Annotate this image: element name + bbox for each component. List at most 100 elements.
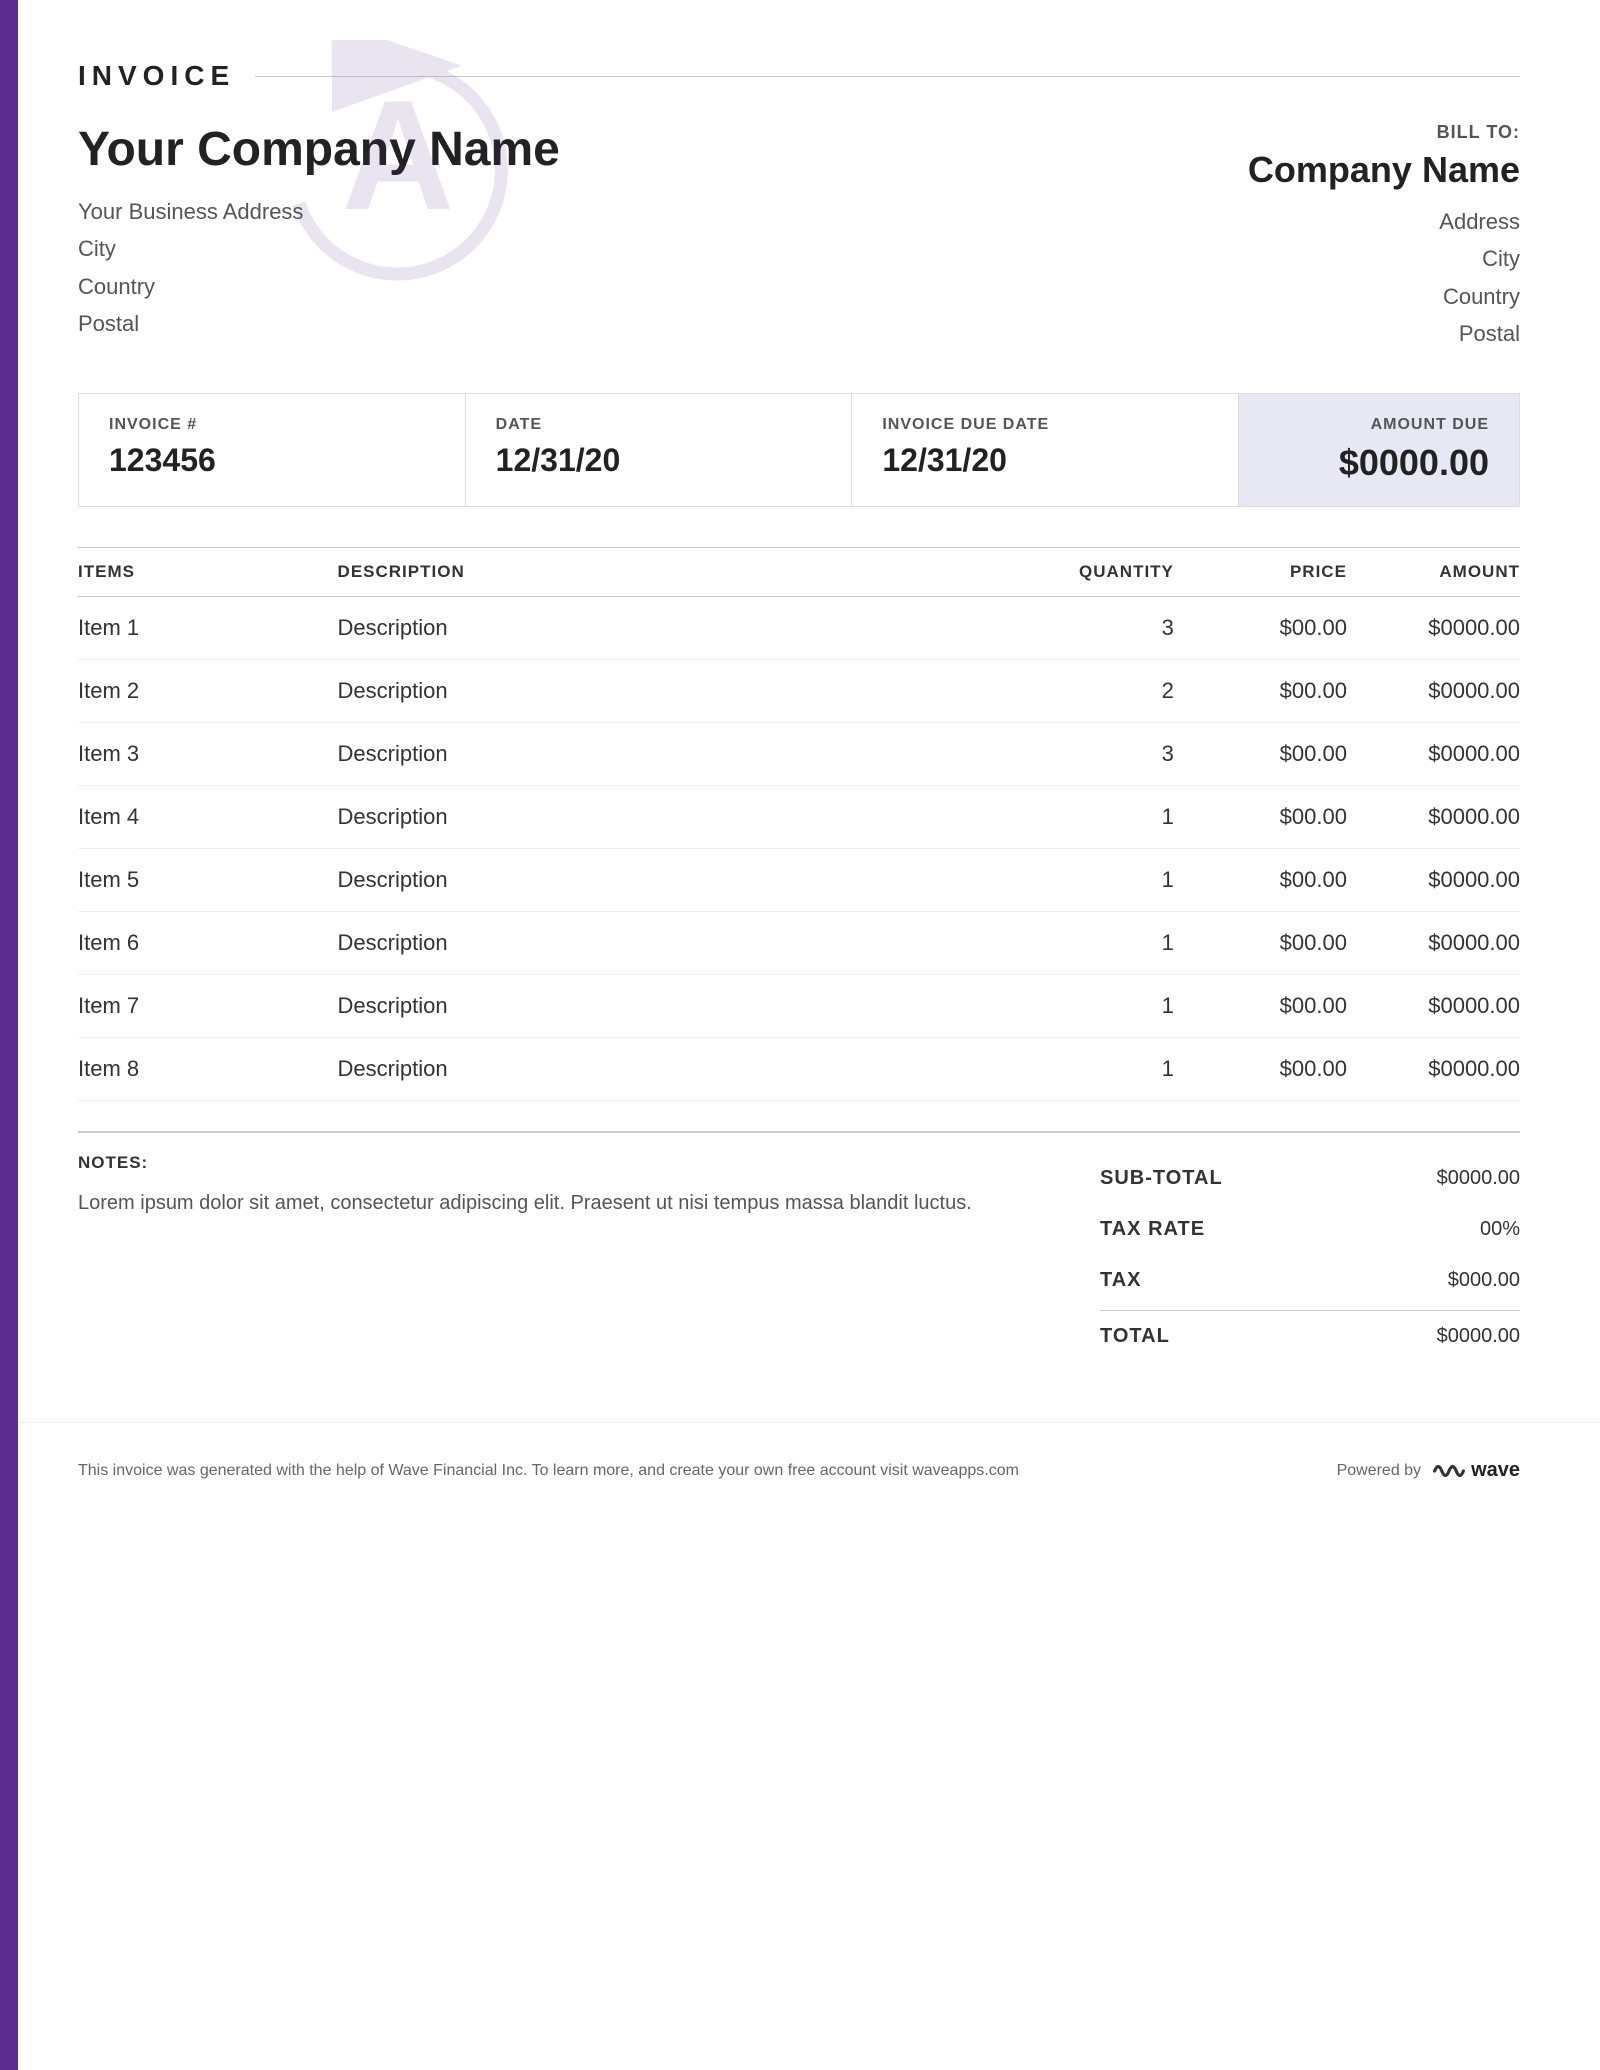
item-amount-3: $0000.00 (1347, 722, 1520, 785)
page-footer: This invoice was generated with the help… (18, 1422, 1600, 1519)
amount-due-label: AMOUNT DUE (1269, 416, 1489, 434)
item-qty-7: 1 (1001, 974, 1174, 1037)
table-row: Item 6 Description 1 $00.00 $0000.00 (78, 911, 1520, 974)
bill-to-address: Address (1248, 203, 1520, 240)
item-amount-1: $0000.00 (1347, 596, 1520, 659)
item-qty-2: 2 (1001, 659, 1174, 722)
item-desc-6: Description (338, 911, 1001, 974)
bill-to-section: BILL TO: Company Name Address City Count… (1248, 122, 1520, 353)
item-desc-3: Description (338, 722, 1001, 785)
due-date-value: 12/31/20 (882, 442, 1208, 479)
powered-by-text: Powered by (1337, 1462, 1422, 1480)
totals-section: SUB-TOTAL $0000.00 TAX RATE 00% TAX $000… (1100, 1153, 1520, 1362)
table-row: Item 2 Description 2 $00.00 $0000.00 (78, 659, 1520, 722)
item-name-6: Item 6 (78, 911, 338, 974)
invoice-number-value: 123456 (109, 442, 435, 479)
item-qty-4: 1 (1001, 785, 1174, 848)
header-items: ITEMS (78, 547, 338, 596)
item-price-1: $00.00 (1174, 596, 1347, 659)
table-row: Item 5 Description 1 $00.00 $0000.00 (78, 848, 1520, 911)
item-desc-4: Description (338, 785, 1001, 848)
subtotal-label: SUB-TOTAL (1100, 1167, 1223, 1190)
header-price: PRICE (1174, 547, 1347, 596)
subtotal-row: SUB-TOTAL $0000.00 (1100, 1153, 1520, 1204)
table-row: Item 8 Description 1 $00.00 $0000.00 (78, 1037, 1520, 1100)
bill-to-country: Country (1248, 278, 1520, 315)
watermark-logo: A (268, 40, 528, 300)
notes-text: Lorem ipsum dolor sit amet, consectetur … (78, 1187, 1040, 1219)
amount-due-value: $0000.00 (1269, 442, 1489, 484)
item-qty-6: 1 (1001, 911, 1174, 974)
header-description: DESCRIPTION (338, 547, 1001, 596)
item-amount-7: $0000.00 (1347, 974, 1520, 1037)
item-desc-1: Description (338, 596, 1001, 659)
total-label: TOTAL (1100, 1325, 1170, 1348)
item-qty-5: 1 (1001, 848, 1174, 911)
invoice-number-cell: INVOICE # 123456 (79, 394, 466, 506)
item-price-4: $00.00 (1174, 785, 1347, 848)
invoice-title: INVOICE (78, 60, 235, 92)
item-desc-2: Description (338, 659, 1001, 722)
total-row: TOTAL $0000.00 (1100, 1310, 1520, 1362)
item-qty-8: 1 (1001, 1037, 1174, 1100)
date-label: DATE (496, 416, 822, 434)
item-price-7: $00.00 (1174, 974, 1347, 1037)
tax-rate-row: TAX RATE 00% (1100, 1204, 1520, 1255)
item-desc-5: Description (338, 848, 1001, 911)
item-name-1: Item 1 (78, 596, 338, 659)
items-table: ITEMS DESCRIPTION QUANTITY PRICE AMOUNT … (78, 547, 1520, 1101)
table-row: Item 1 Description 3 $00.00 $0000.00 (78, 596, 1520, 659)
bill-to-company: Company Name (1248, 149, 1520, 191)
wave-icon (1431, 1453, 1467, 1489)
table-row: Item 4 Description 1 $00.00 $0000.00 (78, 785, 1520, 848)
tax-rate-value: 00% (1480, 1218, 1520, 1241)
item-amount-6: $0000.00 (1347, 911, 1520, 974)
invoice-number-label: INVOICE # (109, 416, 435, 434)
bill-to-label: BILL TO: (1248, 122, 1520, 143)
due-date-label: INVOICE DUE DATE (882, 416, 1208, 434)
item-price-5: $00.00 (1174, 848, 1347, 911)
bill-to-city: City (1248, 240, 1520, 277)
table-header-row: ITEMS DESCRIPTION QUANTITY PRICE AMOUNT (78, 547, 1520, 596)
subtotal-value: $0000.00 (1437, 1167, 1520, 1190)
item-price-8: $00.00 (1174, 1037, 1347, 1100)
item-name-8: Item 8 (78, 1037, 338, 1100)
svg-text:A: A (342, 69, 455, 243)
items-section: ITEMS DESCRIPTION QUANTITY PRICE AMOUNT … (78, 547, 1520, 1101)
footer-section: NOTES: Lorem ipsum dolor sit amet, conse… (78, 1131, 1520, 1362)
item-amount-5: $0000.00 (1347, 848, 1520, 911)
item-name-4: Item 4 (78, 785, 338, 848)
item-amount-2: $0000.00 (1347, 659, 1520, 722)
item-price-6: $00.00 (1174, 911, 1347, 974)
invoice-meta: INVOICE # 123456 DATE 12/31/20 INVOICE D… (78, 393, 1520, 507)
date-cell: DATE 12/31/20 (466, 394, 853, 506)
bill-to-postal: Postal (1248, 315, 1520, 352)
wave-label: wave (1471, 1459, 1520, 1482)
item-name-5: Item 5 (78, 848, 338, 911)
item-name-2: Item 2 (78, 659, 338, 722)
powered-by: Powered by wave (1337, 1453, 1520, 1489)
notes-label: NOTES: (78, 1153, 1040, 1173)
item-qty-3: 3 (1001, 722, 1174, 785)
table-row: Item 7 Description 1 $00.00 $0000.00 (78, 974, 1520, 1037)
item-price-3: $00.00 (1174, 722, 1347, 785)
item-qty-1: 3 (1001, 596, 1174, 659)
table-row: Item 3 Description 3 $00.00 $0000.00 (78, 722, 1520, 785)
item-name-3: Item 3 (78, 722, 338, 785)
tax-label: TAX (1100, 1269, 1142, 1292)
footer-disclaimer: This invoice was generated with the help… (78, 1462, 1019, 1480)
tax-row: TAX $000.00 (1100, 1255, 1520, 1306)
wave-logo: wave (1431, 1453, 1520, 1489)
sender-postal: Postal (78, 305, 560, 342)
header-amount: AMOUNT (1347, 547, 1520, 596)
tax-rate-label: TAX RATE (1100, 1218, 1205, 1241)
header-quantity: QUANTITY (1001, 547, 1174, 596)
item-desc-8: Description (338, 1037, 1001, 1100)
notes-section: NOTES: Lorem ipsum dolor sit amet, conse… (78, 1153, 1100, 1219)
accent-bar (0, 0, 18, 2070)
item-name-7: Item 7 (78, 974, 338, 1037)
item-amount-8: $0000.00 (1347, 1037, 1520, 1100)
item-amount-4: $0000.00 (1347, 785, 1520, 848)
due-date-cell: INVOICE DUE DATE 12/31/20 (852, 394, 1238, 506)
item-desc-7: Description (338, 974, 1001, 1037)
